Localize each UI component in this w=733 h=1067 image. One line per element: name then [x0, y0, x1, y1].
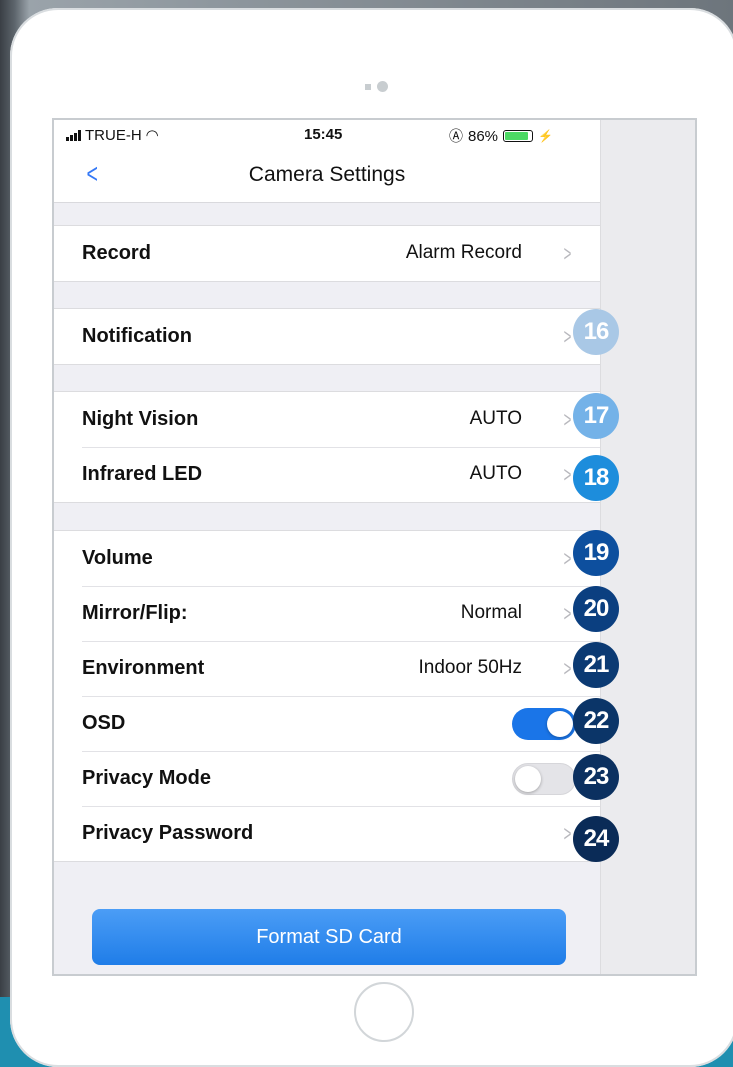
step-badge-16: 16 [573, 309, 619, 355]
row-label: Privacy Mode [82, 767, 211, 789]
battery-percent: 86% [468, 127, 499, 145]
page-title: Camera Settings [248, 163, 406, 186]
chevron-right-icon: > [563, 656, 572, 681]
front-camera [365, 81, 388, 92]
row-label: Night Vision [82, 408, 199, 430]
row-value: AUTO [469, 408, 522, 429]
signal-icon [66, 129, 81, 141]
chevron-right-icon: > [563, 324, 572, 349]
battery-icon [503, 130, 534, 142]
row-label: Infrared LED [82, 463, 203, 485]
row-night-vision[interactable]: Night Vision AUTO > [54, 392, 600, 447]
row-label: Record [82, 242, 151, 264]
navigation-bar: < Camera Settings [54, 150, 600, 203]
format-sd-card-button[interactable]: Format SD Card [92, 909, 566, 965]
charging-icon: ⚡ [538, 129, 553, 143]
row-value: Normal [460, 602, 522, 623]
chevron-right-icon: > [563, 821, 572, 846]
chevron-right-icon: > [563, 546, 572, 571]
row-mirror-flip[interactable]: Mirror/Flip: Normal > [54, 586, 600, 641]
chevron-right-icon: > [563, 241, 572, 266]
row-value: Alarm Record [405, 242, 522, 263]
row-label: OSD [82, 712, 126, 734]
clock: 15:45 [304, 126, 343, 143]
row-notification[interactable]: Notification > [54, 309, 600, 364]
row-privacy-mode: Privacy Mode [54, 751, 600, 806]
step-badge-23: 23 [573, 754, 619, 800]
rotation-lock-icon: Ⓐ [449, 128, 463, 144]
row-environment[interactable]: Environment Indoor 50Hz > [54, 641, 600, 696]
row-label: Volume [82, 547, 153, 569]
settings-panel: TRUE-H ◠ 15:45 Ⓐ 86% ⚡ < Camera Settings… [54, 120, 600, 974]
row-osd: OSD [54, 696, 600, 751]
step-badge-24: 24 [573, 816, 619, 862]
row-label: Privacy Password [82, 822, 254, 844]
step-badge-19: 19 [573, 530, 619, 576]
row-label: Notification [82, 325, 192, 347]
settings-group-vision: Night Vision AUTO > Infrared LED AUTO > [54, 391, 600, 503]
step-badge-17: 17 [573, 393, 619, 439]
row-privacy-password[interactable]: Privacy Password > [54, 806, 600, 861]
settings-group-notification: Notification > [54, 308, 600, 365]
settings-group-record: Record Alarm Record > [54, 225, 600, 282]
row-value: AUTO [469, 463, 522, 484]
privacy-mode-toggle[interactable] [512, 763, 576, 795]
row-label: Mirror/Flip: [82, 602, 188, 624]
carrier-label: TRUE-H [85, 126, 142, 144]
row-volume[interactable]: Volume > [54, 531, 600, 586]
chevron-right-icon: > [563, 601, 572, 626]
wifi-icon: ◠ [145, 127, 159, 144]
chevron-right-icon: > [563, 462, 572, 487]
chevron-right-icon: > [563, 407, 572, 432]
home-button[interactable] [354, 982, 414, 1042]
row-infrared-led[interactable]: Infrared LED AUTO > [54, 447, 600, 502]
status-bar: TRUE-H ◠ 15:45 Ⓐ 86% ⚡ [54, 120, 600, 150]
settings-group-general: Volume > Mirror/Flip: Normal > Environme… [54, 530, 600, 862]
row-value: Indoor 50Hz [418, 657, 522, 678]
row-record[interactable]: Record Alarm Record > [54, 226, 600, 281]
step-badge-20: 20 [573, 586, 619, 632]
step-badge-22: 22 [573, 698, 619, 744]
step-badge-21: 21 [573, 642, 619, 688]
row-label: Environment [82, 657, 205, 679]
step-badge-18: 18 [573, 455, 619, 501]
osd-toggle[interactable] [512, 708, 576, 740]
